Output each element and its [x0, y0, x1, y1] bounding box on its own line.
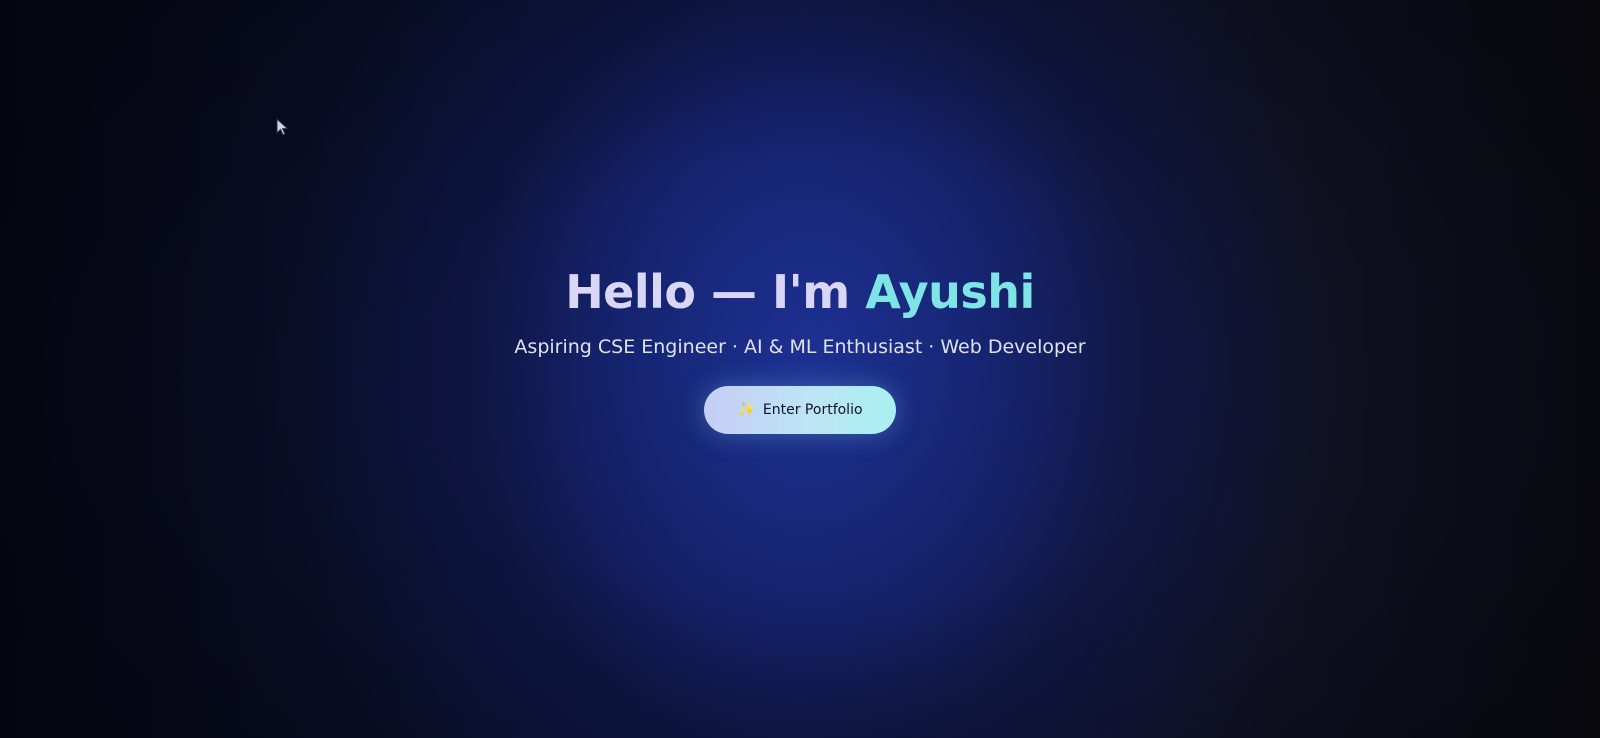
- hero-subtitle: Aspiring CSE Engineer · AI & ML Enthusia…: [514, 336, 1086, 358]
- hero-name: Ayushi: [865, 265, 1035, 319]
- sparkles-icon: ✨: [737, 402, 755, 418]
- landing-screen: Hello — I'm Ayushi Aspiring CSE Engineer…: [0, 0, 1600, 738]
- hero-headline: Hello — I'm Ayushi: [0, 262, 1600, 322]
- enter-portfolio-label: Enter Portfolio: [762, 402, 863, 418]
- hero-section: Hello — I'm Ayushi Aspiring CSE Engineer…: [0, 262, 1600, 434]
- enter-portfolio-button[interactable]: ✨ Enter Portfolio: [704, 386, 896, 434]
- greeting-text: Hello — I'm: [565, 265, 850, 319]
- mouse-cursor-icon: [276, 118, 289, 136]
